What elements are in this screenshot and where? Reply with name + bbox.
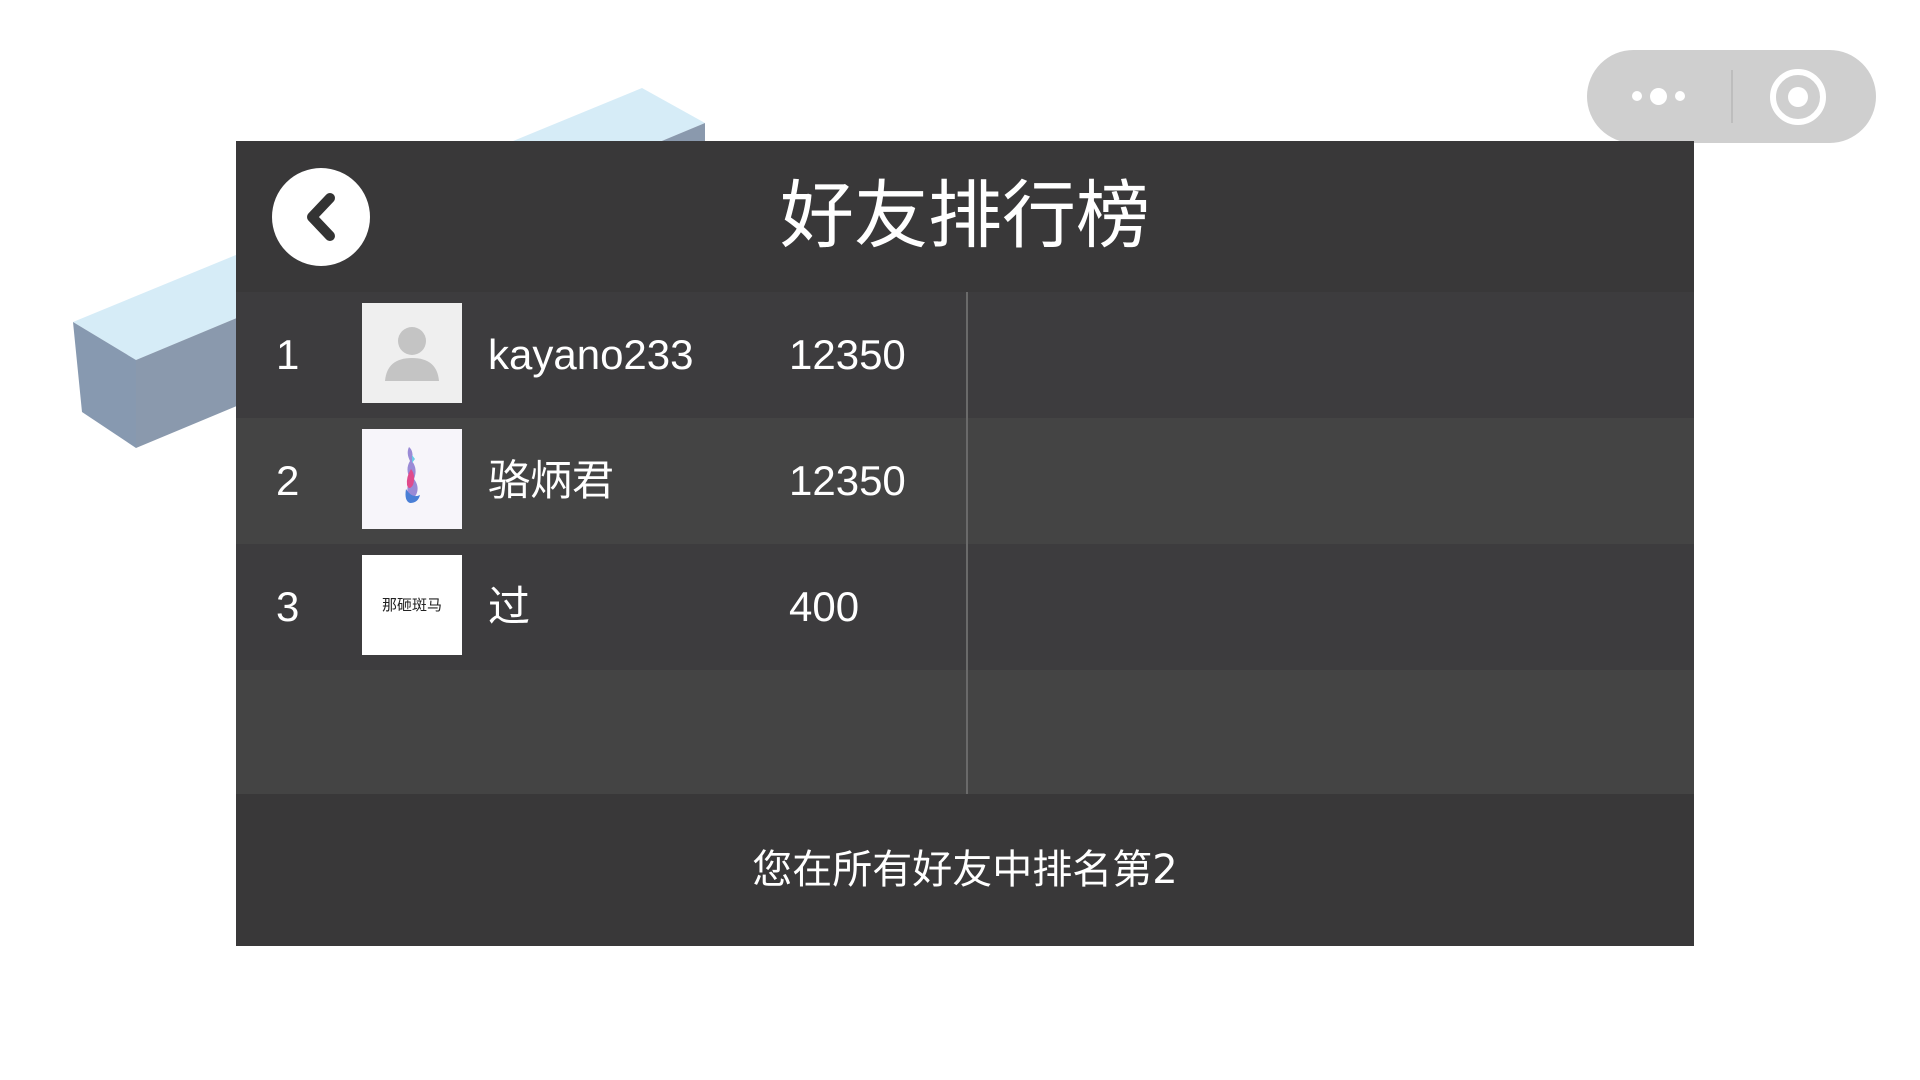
ranking-row-empty bbox=[236, 670, 1694, 794]
target-close-icon-core bbox=[1788, 87, 1808, 107]
more-button[interactable] bbox=[1587, 50, 1731, 143]
ranking-row-1: 1 kayano233 12350 bbox=[236, 292, 1694, 418]
leaderboard-header: 好友排行榜 bbox=[236, 141, 1694, 292]
avatar bbox=[362, 429, 462, 529]
player-name: 骆炳君 bbox=[488, 457, 615, 504]
ranking-list: 1 kayano233 12350 2 骆炳君 12350 3 那砸斑马 过 4… bbox=[236, 292, 1694, 794]
page-title: 好友排行榜 bbox=[780, 173, 1150, 259]
player-name: 过 bbox=[488, 583, 531, 630]
rank-summary-bar: 您在所有好友中排名第2 bbox=[236, 794, 1694, 946]
avatar-text: 那砸斑马 bbox=[381, 596, 442, 614]
close-button[interactable] bbox=[1733, 50, 1876, 143]
mini-program-capsule bbox=[1587, 50, 1876, 143]
ranking-row-3: 3 那砸斑马 过 400 bbox=[236, 544, 1694, 670]
player-score: 400 bbox=[789, 583, 860, 630]
rank-number: 1 bbox=[276, 331, 300, 378]
rank-number: 2 bbox=[276, 457, 300, 504]
illustration-avatar-icon bbox=[405, 447, 420, 503]
rank-number: 3 bbox=[276, 583, 300, 630]
player-name: kayano233 bbox=[488, 331, 694, 378]
rank-summary-text: 您在所有好友中排名第2 bbox=[752, 847, 1178, 893]
column-divider bbox=[966, 292, 968, 794]
game-stage: 好友排行榜 1 kayano233 12350 2 骆炳君 12350 3 那砸… bbox=[0, 0, 1920, 1080]
default-person-avatar-icon bbox=[385, 327, 439, 381]
leaderboard-panel: 好友排行榜 1 kayano233 12350 2 骆炳君 12350 3 那砸… bbox=[236, 141, 1694, 946]
avatar: 那砸斑马 bbox=[362, 555, 462, 655]
ranking-row-2: 2 骆炳君 12350 bbox=[236, 418, 1694, 544]
avatar bbox=[362, 303, 462, 403]
player-score: 12350 bbox=[789, 457, 906, 504]
player-score: 12350 bbox=[789, 331, 906, 378]
